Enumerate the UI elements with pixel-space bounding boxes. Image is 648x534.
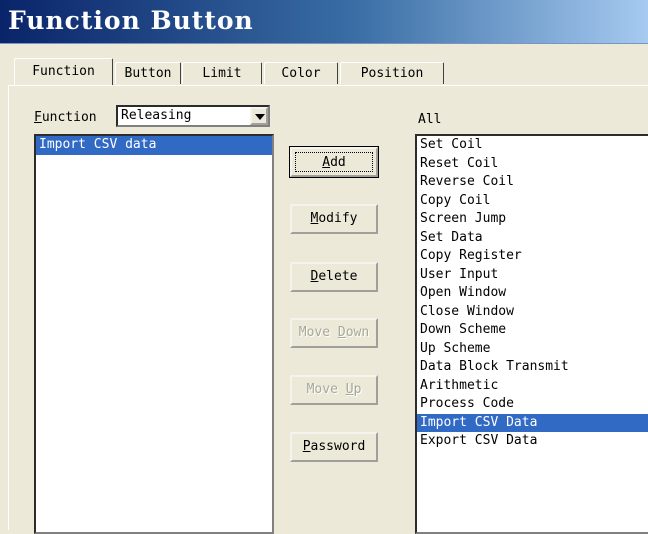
chevron-down-icon: [255, 114, 265, 120]
function-select-value: Releasing: [121, 108, 192, 123]
function-select-label: Function: [34, 110, 97, 125]
list-item[interactable]: Set Data: [417, 229, 648, 248]
add-button[interactable]: Add: [289, 146, 379, 178]
list-item[interactable]: Export CSV Data: [417, 432, 648, 451]
tab-function[interactable]: Function: [14, 58, 113, 85]
window-title: Function Button: [8, 6, 254, 35]
delete-button[interactable]: Delete: [290, 262, 378, 292]
tab-button[interactable]: Button: [115, 62, 181, 84]
function-label-hotkey: F: [34, 110, 42, 125]
list-item[interactable]: Data Block Transmit: [417, 358, 648, 377]
list-item[interactable]: Copy Register: [417, 247, 648, 266]
tab-limit-label: Limit: [202, 66, 242, 81]
add-label-rest: dd: [330, 155, 346, 170]
tab-color-label: Color: [281, 66, 321, 81]
list-item[interactable]: Arithmetic: [417, 377, 648, 396]
move-down-label-rest: own: [345, 325, 370, 340]
add-hotkey: A: [322, 155, 331, 170]
list-item[interactable]: Down Scheme: [417, 321, 648, 340]
move-up-hotkey: U: [345, 382, 354, 397]
tab-button-label: Button: [124, 66, 172, 81]
function-select[interactable]: Releasing: [116, 105, 270, 127]
modify-button[interactable]: Modify: [290, 204, 378, 234]
tab-limit[interactable]: Limit: [182, 62, 262, 84]
all-functions-list[interactable]: Set Coil Reset Coil Reverse Coil Copy Co…: [415, 134, 648, 534]
selected-functions-list[interactable]: Import CSV data: [34, 134, 274, 534]
all-functions-label: All: [418, 112, 442, 127]
list-item[interactable]: Process Code: [417, 395, 648, 414]
function-label-rest: unction: [41, 110, 97, 125]
password-hotkey: P: [302, 439, 311, 454]
password-label-rest: assword: [310, 439, 366, 454]
move-up-label-pre: Move: [306, 382, 346, 397]
tab-color[interactable]: Color: [264, 62, 338, 84]
modify-label-rest: odify: [318, 211, 358, 226]
move-down-button[interactable]: Move Down: [290, 318, 378, 348]
list-item[interactable]: User Input: [417, 266, 648, 285]
list-item[interactable]: Close Window: [417, 303, 648, 322]
tab-position-label: Position: [360, 66, 424, 81]
move-up-button[interactable]: Move Up: [290, 375, 378, 405]
list-item[interactable]: Reverse Coil: [417, 173, 648, 192]
password-button[interactable]: Password: [290, 432, 378, 462]
list-item[interactable]: Reset Coil: [417, 155, 648, 174]
tab-function-label: Function: [32, 64, 95, 79]
move-down-hotkey: D: [337, 325, 346, 340]
title-bar[interactable]: Function Button: [0, 0, 648, 44]
list-item[interactable]: Up Scheme: [417, 340, 648, 359]
move-down-label-pre: Move: [298, 325, 338, 340]
delete-label-rest: elete: [318, 269, 358, 284]
move-up-label-rest: p: [353, 382, 362, 397]
list-item[interactable]: Import CSV Data: [417, 413, 648, 432]
list-item[interactable]: Copy Coil: [417, 192, 648, 211]
tab-position[interactable]: Position: [340, 62, 444, 84]
list-item[interactable]: Screen Jump: [417, 210, 648, 229]
list-item[interactable]: Set Coil: [417, 136, 648, 155]
function-select-dropdown-button[interactable]: [250, 107, 268, 125]
list-item[interactable]: Open Window: [417, 284, 648, 303]
list-item[interactable]: Import CSV data: [36, 136, 272, 155]
